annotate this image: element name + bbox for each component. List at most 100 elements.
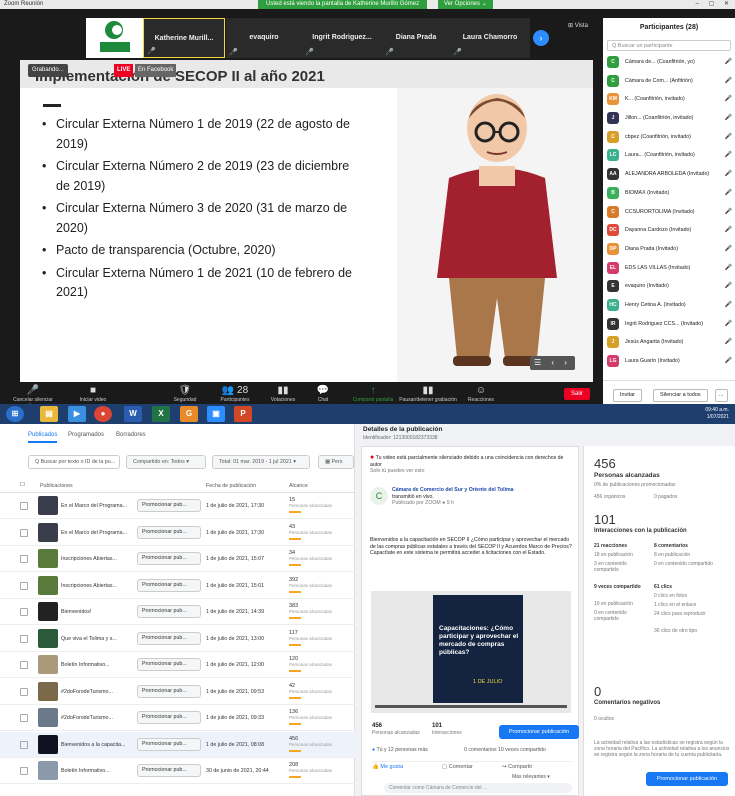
post-title[interactable]: Inscripciones Abiertas... <box>61 583 137 589</box>
post-title[interactable]: En el Marco del Programa... <box>61 530 137 536</box>
row-checkbox[interactable] <box>20 502 28 510</box>
participant-row[interactable]: J Jesús Angarita (Invitado) 🎤 <box>603 333 735 352</box>
shared-filter-dropdown[interactable]: Compartido en: Todos ▾ <box>126 455 206 469</box>
row-checkbox[interactable] <box>20 661 28 669</box>
row-checkbox[interactable] <box>20 634 28 643</box>
post-title[interactable]: Boletín Informativo... <box>61 768 137 774</box>
post-row[interactable]: Inscripciones Abiertas... Promocionar pub… <box>0 546 355 572</box>
word-icon[interactable]: W <box>124 406 142 422</box>
date-range-dropdown[interactable]: Total: 01 mar. 2019 - 1 jul 2021 ▾ <box>212 455 310 469</box>
participant-row[interactable]: IR Ingrit Rodriguez CCS... (Invitado) 🎤 <box>603 315 735 334</box>
participant-row[interactable]: DP Diana Prada (Invitado) 🎤 <box>603 240 735 259</box>
comments-count[interactable]: 0 comentarios 10 veces compartido <box>464 747 546 753</box>
tab-drafts[interactable]: Borradores <box>116 432 146 438</box>
row-checkbox[interactable] <box>20 528 28 537</box>
invite-button[interactable]: Invitar <box>613 389 642 402</box>
post-title[interactable]: Que viva el Tolima y s... <box>61 636 137 642</box>
col-reach[interactable]: Alcance <box>289 483 308 489</box>
participant-row[interactable]: EL EDS LAS VILLAS (Invitado) 🎤 <box>603 259 735 278</box>
security-button[interactable]: 🛡 Seguridad <box>160 384 210 403</box>
promote-button[interactable]: Promocionar pub... <box>137 525 201 539</box>
view-button[interactable]: ⊞ Vista <box>568 22 588 29</box>
chrome-icon[interactable]: ● <box>94 406 112 422</box>
post-row[interactable]: Boletín Informativo... Promocionar pub...… <box>0 652 355 678</box>
promote-post-button[interactable]: Promocionar publicación <box>499 725 579 739</box>
start-icon[interactable]: ⊞ <box>6 406 24 422</box>
participant-row[interactable]: DC Dayanna Cardozo (Invitado) 🎤 <box>603 221 735 240</box>
post-row[interactable]: #2doForodeTurismo... Promocionar pub... 1 … <box>0 679 355 705</box>
leave-button[interactable]: Salir <box>564 388 591 400</box>
post-row[interactable]: En el Marco del Programa... Promocionar p… <box>0 520 355 546</box>
select-all-checkbox[interactable]: ☐ <box>20 482 25 488</box>
participant-row[interactable]: HC Henry Cetina A. (Invitado) 🎤 <box>603 296 735 315</box>
comment-button[interactable]: ▢ Comentar <box>442 764 473 770</box>
live-destination[interactable]: En Facebook <box>135 64 177 77</box>
post-row[interactable]: Bienvenidos! Promocionar pub... 1 de julio… <box>0 599 355 625</box>
row-checkbox[interactable] <box>20 740 28 749</box>
pause-recording-button[interactable]: ▮▮ Pausar/detener grabación <box>398 384 458 403</box>
media-player-icon[interactable]: ▶ <box>68 406 86 422</box>
promote-button[interactable]: Promocionar pub... <box>137 552 201 565</box>
slide-controls[interactable]: ☰ ‹ › <box>530 356 575 370</box>
post-row[interactable]: Inscripciones Abiertas... Promocionar pub… <box>0 573 355 599</box>
post-title[interactable]: En el Marco del Programa... <box>61 503 137 509</box>
video-tile-laura[interactable]: Laura Chamorro 🎤 <box>450 18 530 58</box>
post-title[interactable]: Bienvenidos! <box>61 609 137 615</box>
post-title[interactable]: Bienvenidos a la capacita... <box>61 742 137 748</box>
promote-button[interactable]: Promocionar pub... <box>137 578 201 592</box>
post-row[interactable]: Bienvenidos a la capacita... Promocionar … <box>0 731 355 758</box>
video-progress-bar[interactable] <box>375 705 567 708</box>
page-avatar[interactable]: C <box>370 487 388 505</box>
excel-icon[interactable]: X <box>152 406 170 422</box>
promote-button[interactable]: Promocionar pub... <box>137 711 201 724</box>
more-options-button[interactable]: ... <box>715 389 728 402</box>
promote-button[interactable]: Promocionar pub... <box>137 737 201 751</box>
start-video-button[interactable]: ■ Iniciar video <box>68 384 118 403</box>
row-checkbox[interactable] <box>20 608 28 616</box>
participants-button[interactable]: 👥 28 Participantes <box>210 384 260 403</box>
reactions-button[interactable]: ☺ Reacciones <box>456 384 506 403</box>
post-title[interactable]: Boletín Informativo... <box>61 662 137 668</box>
participant-row[interactable]: J Jillon... (Coanfitrión, invitado) 🎤 <box>603 109 735 128</box>
post-search-input[interactable]: Q Buscar por texto o ID de la pu... <box>28 455 120 469</box>
participant-row[interactable]: C CCSURORTOLIMA (Invitado) 🎤 <box>603 203 735 222</box>
post-title[interactable]: #2doForodeTurismo... <box>61 715 137 721</box>
video-thumbnail[interactable]: Capacitaciones: ¿Cómo participar y aprov… <box>371 591 571 713</box>
share-screen-button[interactable]: ↑ Compartir pantalla <box>348 384 398 403</box>
window-controls[interactable]: – ▢ ✕ <box>696 0 733 9</box>
columns-button[interactable]: ▦ Pers <box>318 455 354 469</box>
participant-row[interactable]: B BIOMAX (Invitado) 🎤 <box>603 184 735 203</box>
participant-row[interactable]: Ccbpez (Coanfitrión, invitado) 🎤 <box>603 128 735 147</box>
promote-button[interactable]: Promocionar pub... <box>137 764 201 777</box>
recording-indicator[interactable]: Grabando... <box>28 64 68 77</box>
promote-button[interactable]: Promocionar pub... <box>137 684 201 698</box>
participant-row[interactable]: KM K... (Coanfitrión, invitado) 🎤 <box>603 90 735 109</box>
post-row[interactable]: Que viva el Tolima y s... Promocionar pub… <box>0 626 355 652</box>
participant-row[interactable]: C Cámara de Com... (Anfitrión) 🎤 <box>603 72 735 91</box>
col-date[interactable]: Fecha de publicación <box>206 483 256 489</box>
app-orange-icon[interactable]: G <box>180 406 198 422</box>
promote-button[interactable]: Promocionar pub... <box>137 605 201 618</box>
reactions-text[interactable]: Tú y 12 personas más <box>377 747 428 753</box>
mute-all-button[interactable]: Silenciar a todos <box>653 389 708 402</box>
file-explorer-icon[interactable]: ▤ <box>40 406 58 422</box>
participant-row[interactable]: LC Laura... (Coanfitrión, invitado) 🎤 <box>603 146 735 165</box>
powerpoint-icon[interactable]: P <box>234 406 252 422</box>
row-checkbox[interactable] <box>20 767 28 775</box>
video-tile-diana[interactable]: Diana Prada 🎤 <box>382 18 450 58</box>
like-button[interactable]: 👍 Me gusta <box>372 764 403 770</box>
chat-button[interactable]: 💬 Chat <box>298 384 348 403</box>
video-tile-camara[interactable] <box>86 18 143 58</box>
tab-published[interactable]: Publicados <box>28 432 58 443</box>
system-clock[interactable]: 09:40 a.m. 1/07/2021 <box>705 407 729 421</box>
comment-input[interactable]: Comentar como Cámara de Comercio del ... <box>384 783 572 793</box>
row-checkbox[interactable] <box>20 714 28 722</box>
post-title[interactable]: Inscripciones Abiertas... <box>61 556 137 562</box>
post-row[interactable]: #2doForodeTurismo... Promocionar pub... 1 … <box>0 705 355 731</box>
participant-row[interactable]: C Cámara de... (Coanfitrión, yo) 🎤 <box>603 53 735 72</box>
video-tile-katherine[interactable]: Katherine Murill... 🎤 <box>143 18 225 58</box>
post-row[interactable]: En el Marco del Programa... Promocionar p… <box>0 493 355 519</box>
row-checkbox[interactable] <box>20 581 28 590</box>
row-checkbox[interactable] <box>20 555 28 563</box>
share-button[interactable]: ↪ Compartir <box>502 764 532 770</box>
